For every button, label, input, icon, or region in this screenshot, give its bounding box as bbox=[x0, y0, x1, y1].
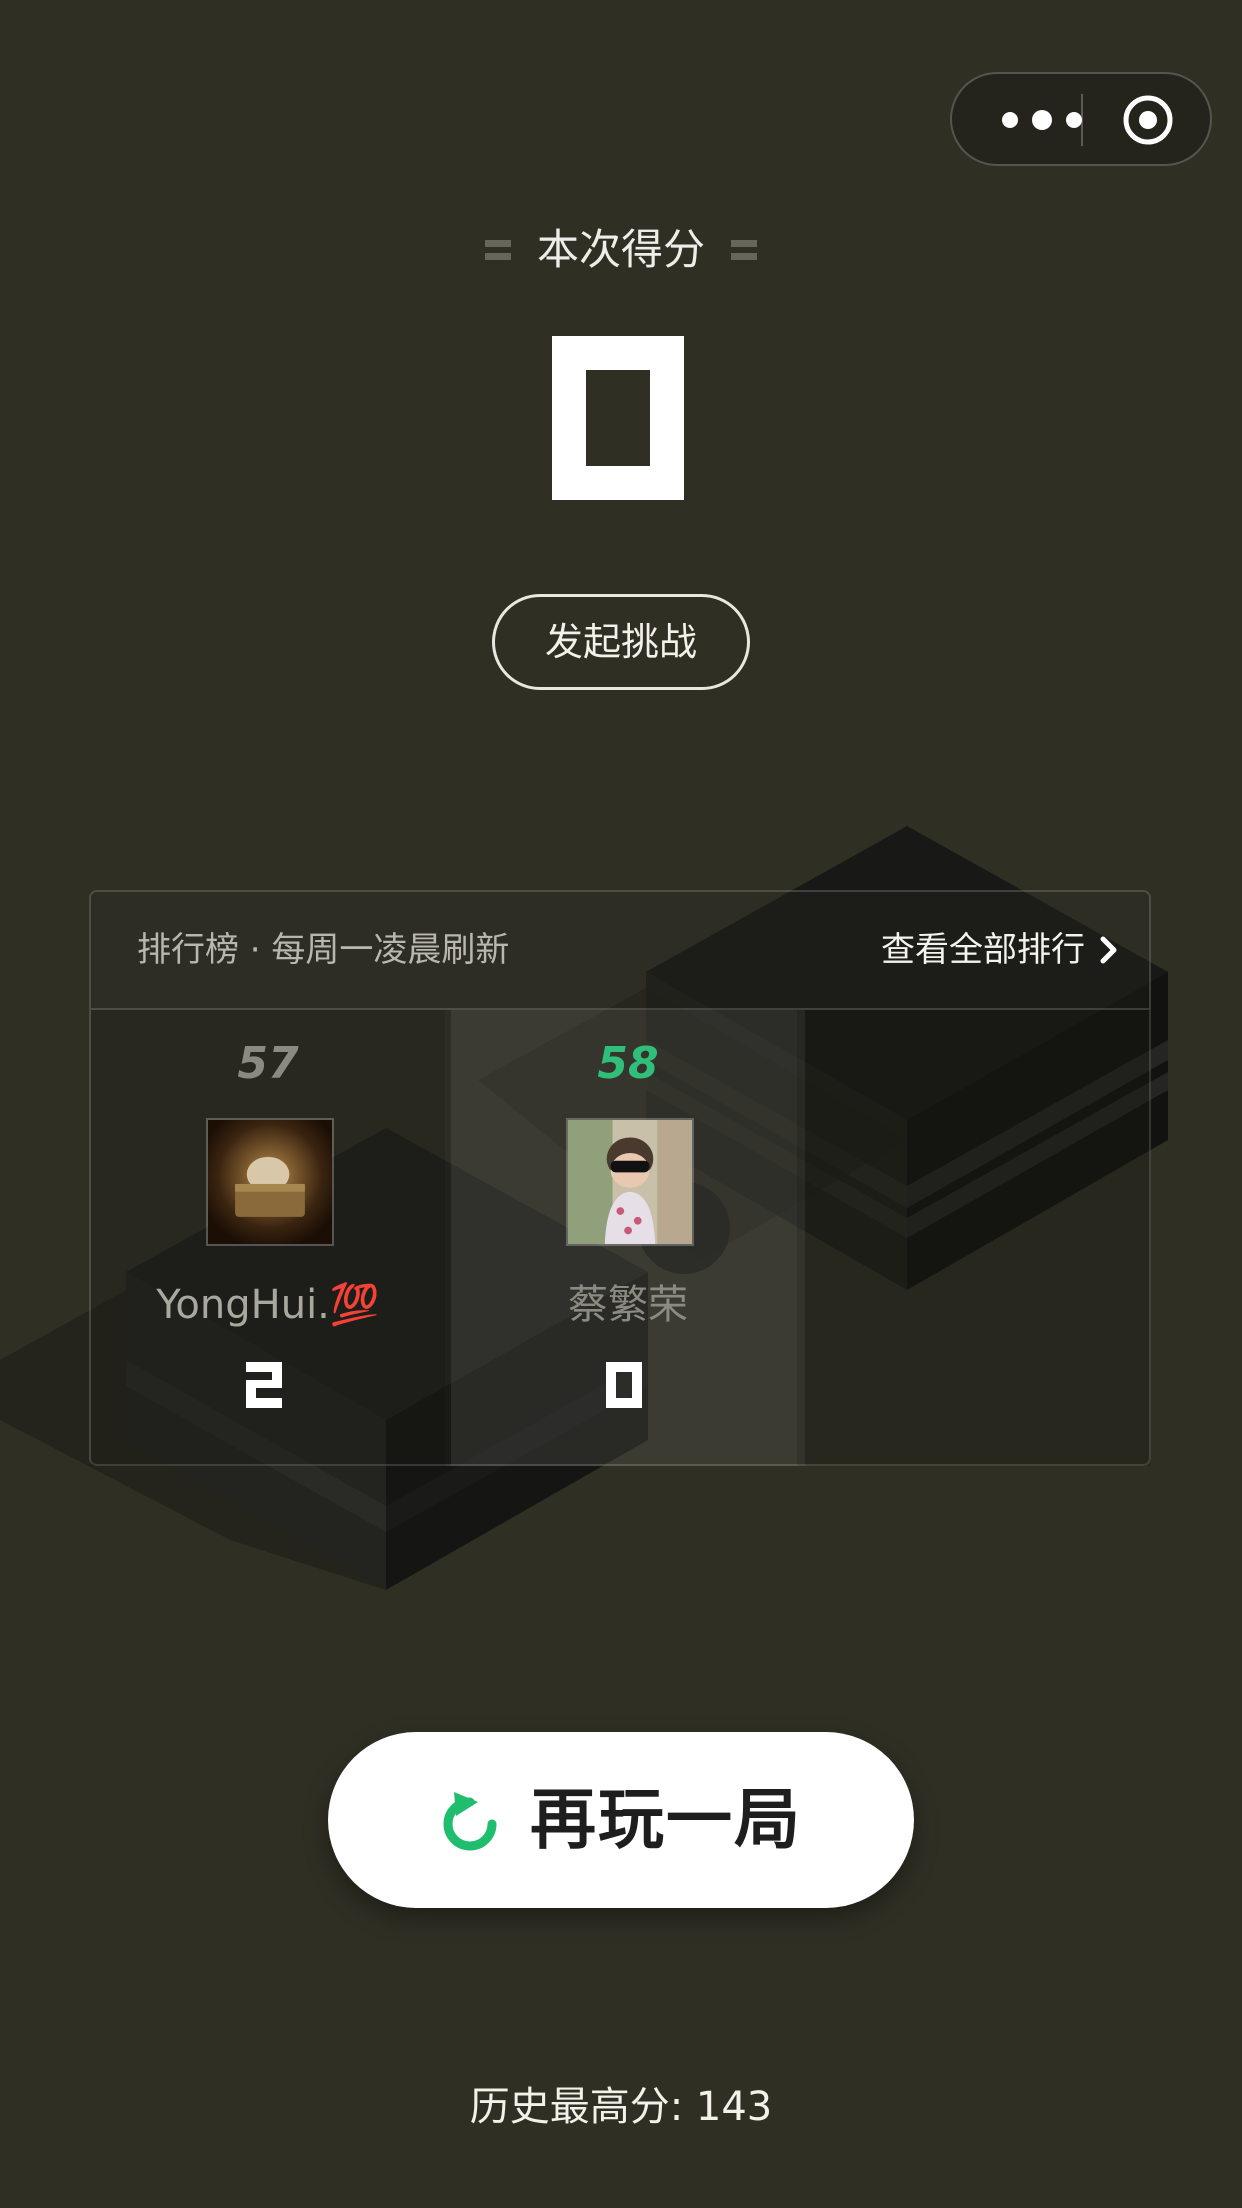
score-title: 本次得分 bbox=[536, 225, 705, 274]
play-again-label: 再玩一局 bbox=[530, 1781, 802, 1858]
rank-number: 57 bbox=[237, 1038, 299, 1089]
leaderboard-entry[interactable]: 58 蔡繁荣 bbox=[451, 1010, 805, 1466]
avatar-image bbox=[208, 1120, 332, 1244]
player-score bbox=[246, 1362, 282, 1408]
player-score bbox=[606, 1362, 642, 1408]
best-score: 历史最高分: 143 bbox=[469, 2084, 773, 2130]
target-circle-icon[interactable] bbox=[1122, 94, 1174, 146]
score-title-row: 本次得分 bbox=[0, 222, 1242, 278]
view-all-ranking-link[interactable]: 查看全部排行 bbox=[881, 922, 1119, 978]
refresh-icon bbox=[443, 1792, 497, 1851]
equals-left-icon bbox=[484, 236, 511, 264]
leaderboard-panel: 排行榜 · 每周一凌晨刷新 查看全部排行 57 YongHui.💯 58 蔡繁荣 bbox=[89, 890, 1151, 1466]
leaderboard-header: 排行榜 · 每周一凌晨刷新 查看全部排行 bbox=[91, 892, 1149, 1010]
avatar bbox=[566, 1118, 694, 1246]
leaderboard-empty-slot bbox=[797, 1010, 1151, 1466]
equals-right-icon bbox=[731, 236, 757, 264]
leaderboard-title: 排行榜 · 每周一凌晨刷新 bbox=[137, 930, 510, 970]
view-all-label: 查看全部排行 bbox=[881, 930, 1085, 970]
chevron-right-icon bbox=[1100, 936, 1117, 964]
play-again-button[interactable]: 再玩一局 bbox=[328, 1732, 914, 1908]
player-name: 蔡繁荣 bbox=[568, 1282, 688, 1328]
mini-program-capsule bbox=[950, 72, 1212, 166]
rank-number: 58 bbox=[597, 1038, 659, 1089]
more-dots-icon[interactable] bbox=[992, 104, 1092, 136]
avatar-image bbox=[568, 1120, 692, 1244]
current-score bbox=[552, 336, 684, 500]
capsule-divider bbox=[1081, 94, 1083, 146]
leaderboard-entry[interactable]: 57 YongHui.💯 bbox=[91, 1010, 445, 1466]
player-name: YongHui.💯 bbox=[156, 1282, 380, 1328]
leaderboard-columns: 57 YongHui.💯 58 蔡繁荣 bbox=[91, 1010, 1151, 1466]
avatar bbox=[206, 1118, 334, 1246]
start-challenge-button[interactable]: 发起挑战 bbox=[492, 594, 750, 690]
